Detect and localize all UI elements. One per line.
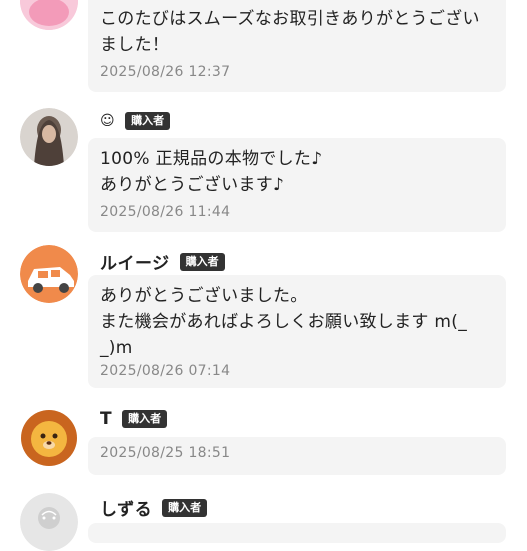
review-date: 2025/08/26 12:37 (100, 64, 231, 80)
review-date: 2025/08/26 11:44 (100, 204, 231, 220)
review-date: 2025/08/26 07:14 (100, 363, 231, 379)
review-date: 2025/08/25 18:51 (100, 445, 231, 461)
review-username[interactable]: T (100, 409, 112, 429)
review-username[interactable]: しずる (100, 495, 152, 520)
review-username[interactable]: ルイージ (100, 249, 170, 274)
review-username[interactable]: ☺ (100, 113, 115, 129)
buyer-badge: 購入者 (179, 252, 225, 271)
review-header: ☺ 購入者 (100, 112, 171, 130)
buyer-badge: 購入者 (162, 498, 208, 517)
review-header: しずる 購入者 (100, 495, 208, 520)
lion-emoji-avatar-icon[interactable] (20, 409, 78, 467)
default-user-avatar-icon[interactable] (20, 493, 78, 551)
review-message: 100% 正規品の本物でした♪ ありがとうございます♪ (100, 149, 323, 195)
review-bubble: このたびはスムーズなお取引きありがとうござい ました！ 2025/08/26 1… (88, 0, 506, 92)
review-bubble (88, 523, 506, 543)
review-message: ありがとうございました。 また機会があればよろしくお願い致します m(_ _)m (100, 286, 467, 358)
orange-car-avatar-icon[interactable] (20, 245, 78, 303)
review-message: このたびはスムーズなお取引きありがとうござい ました！ (100, 9, 480, 55)
buyer-badge: 購入者 (125, 112, 171, 130)
pink-character-avatar-icon[interactable] (20, 0, 78, 30)
review-bubble: ありがとうございました。 また機会があればよろしくお願い致します m(_ _)m… (88, 275, 506, 388)
buyer-badge: 購入者 (122, 410, 168, 428)
review-header: ルイージ 購入者 (100, 249, 225, 274)
review-bubble: 100% 正規品の本物でした♪ ありがとうございます♪ 2025/08/26 1… (88, 138, 506, 232)
review-bubble: 2025/08/25 18:51 (88, 437, 506, 475)
review-header: T 購入者 (100, 409, 168, 429)
long-hair-person-avatar-icon[interactable] (20, 108, 78, 166)
